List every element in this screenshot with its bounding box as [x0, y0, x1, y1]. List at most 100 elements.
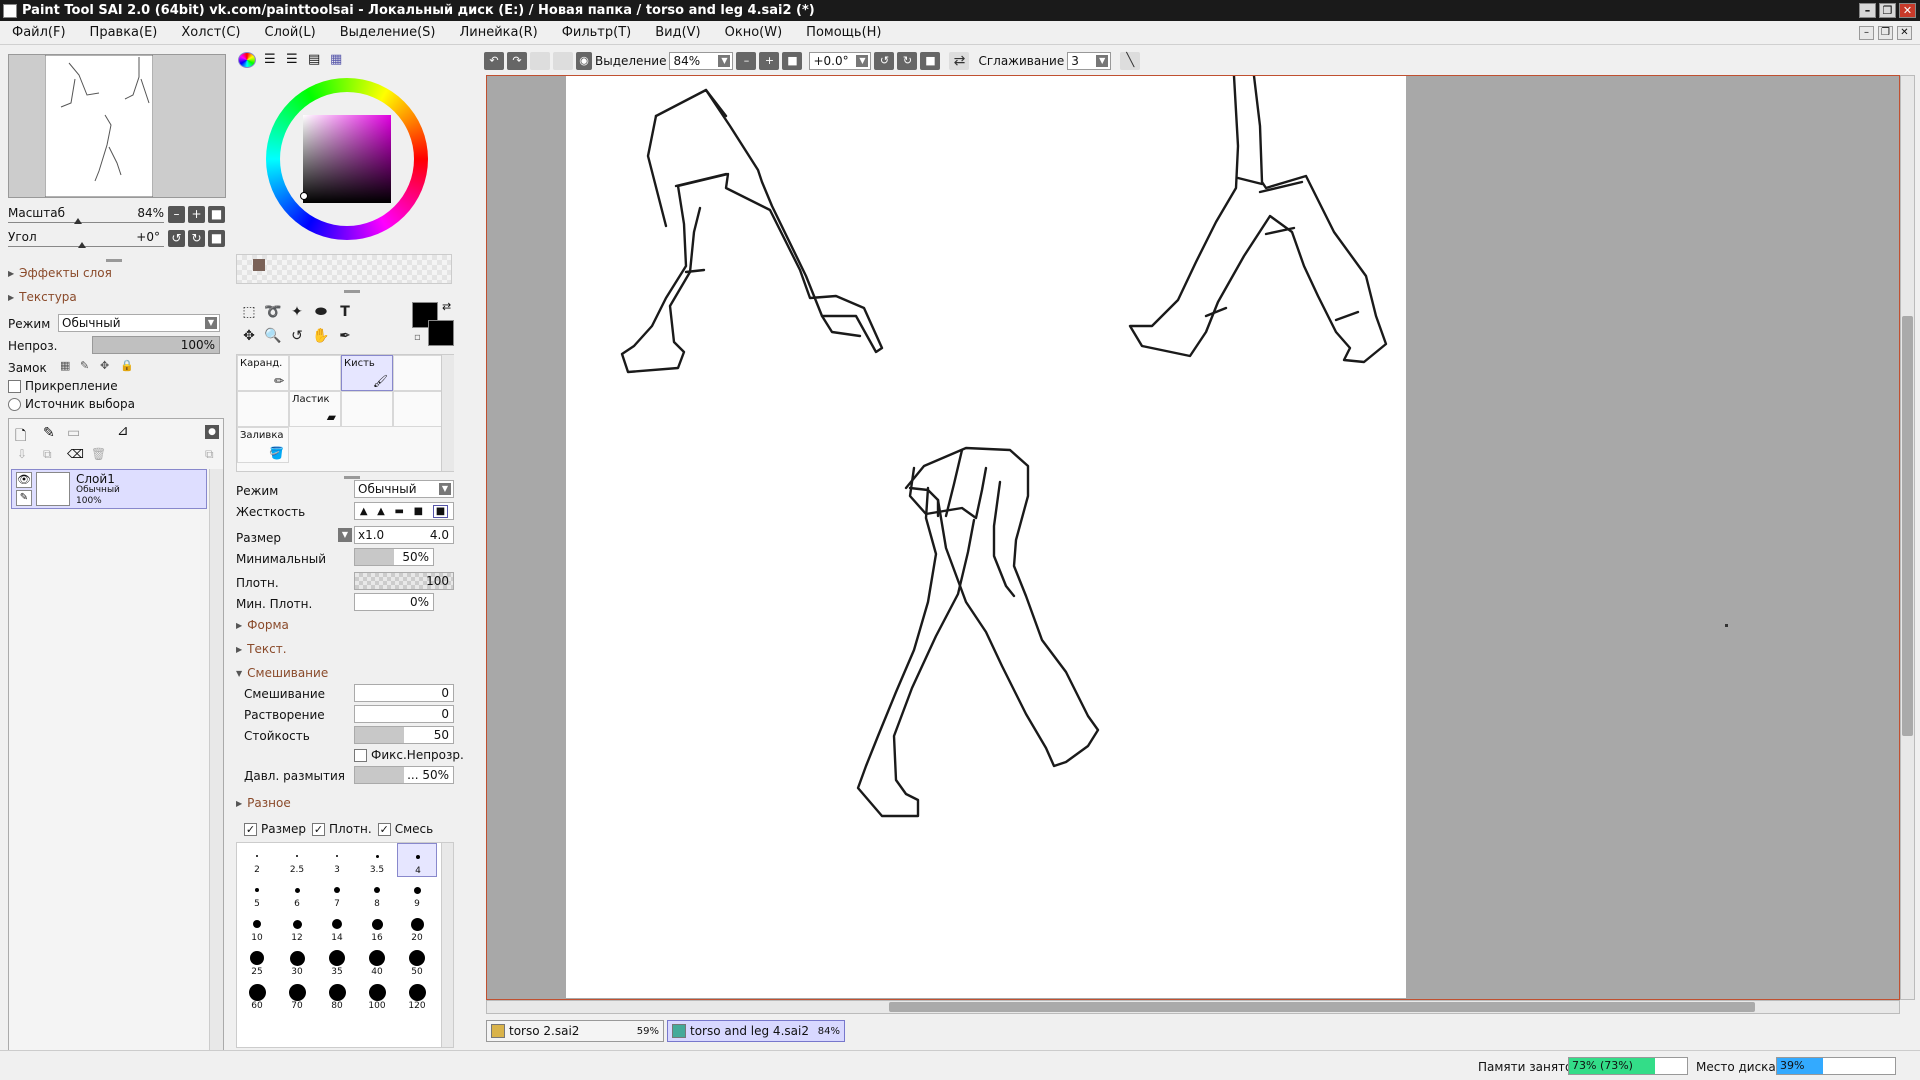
- menu-selection[interactable]: Выделение(S): [328, 25, 448, 40]
- lock-paint-icon[interactable]: ✎: [80, 359, 89, 372]
- check-icon[interactable]: ✓: [312, 823, 326, 836]
- move-icon[interactable]: ✥: [238, 326, 260, 346]
- menu-window[interactable]: Окно(W): [713, 25, 795, 40]
- layer-opacity-bar[interactable]: 100%: [92, 336, 220, 354]
- menu-file[interactable]: Файл(F): [0, 25, 78, 40]
- transform-icon[interactable]: ⊿: [117, 423, 129, 439]
- brush-size-cell[interactable]: 2: [237, 843, 277, 877]
- rgb-sliders-tab-icon[interactable]: ☰: [264, 52, 276, 67]
- lock-transparency-icon[interactable]: ▦: [60, 359, 70, 372]
- selection-source-radio[interactable]: Источник выбора: [8, 397, 135, 411]
- zoom-in-button[interactable]: +: [188, 206, 205, 223]
- text-tool-icon[interactable]: T: [334, 302, 356, 322]
- secondary-color[interactable]: [428, 320, 454, 346]
- lasso-icon[interactable]: ➰: [262, 302, 284, 322]
- layer-mask-icon[interactable]: ●: [205, 425, 219, 439]
- min-size-bar[interactable]: 50%: [354, 548, 434, 566]
- layer-effects-section[interactable]: Эффекты слоя: [8, 266, 112, 280]
- menu-filter[interactable]: Фильтр(T): [550, 25, 644, 40]
- brush-size-cell[interactable]: 7: [317, 877, 357, 911]
- new-folder-icon[interactable]: ▭: [67, 425, 80, 441]
- layer-mode-select[interactable]: Обычный ▼: [58, 314, 220, 332]
- zoom-slider-handle[interactable]: [74, 218, 82, 224]
- scratchpad[interactable]: [236, 254, 452, 284]
- fix-opacity-check-box[interactable]: [354, 749, 367, 762]
- lock-all-icon[interactable]: 🔒: [120, 359, 134, 372]
- rotate-right-button[interactable]: ↻: [188, 230, 205, 247]
- panel-splitter[interactable]: [344, 476, 360, 479]
- menu-help[interactable]: Помощь(H): [794, 25, 893, 40]
- brush-size-cell[interactable]: 40: [357, 945, 397, 979]
- menu-view[interactable]: Вид(V): [643, 25, 712, 40]
- panel-splitter[interactable]: [106, 259, 122, 262]
- brush-size-cell[interactable]: 5: [237, 877, 277, 911]
- new-vector-layer-icon[interactable]: ✎: [43, 425, 55, 441]
- swap-colors-icon[interactable]: ⇄: [442, 300, 451, 313]
- pressure-density-checkbox[interactable]: ✓ Плотн.: [312, 822, 372, 836]
- color-picker-handle[interactable]: [300, 192, 308, 200]
- zoom-reset-button[interactable]: ■: [782, 52, 803, 70]
- brush-size-cell[interactable]: 8: [357, 877, 397, 911]
- pressure-size-checkbox[interactable]: ✓ Размер: [244, 822, 306, 836]
- eye-icon[interactable]: ◉: [576, 52, 592, 70]
- canvas-viewport[interactable]: [486, 74, 1900, 1000]
- fix-opacity-checkbox[interactable]: Фикс.Непрозр.: [354, 748, 464, 762]
- empty-tool-slot[interactable]: [341, 391, 393, 427]
- canvas-paper[interactable]: [566, 74, 1406, 998]
- invert-selection-icon[interactable]: [553, 52, 573, 70]
- brush-size-cell[interactable]: 20: [397, 911, 437, 945]
- clip-checkbox[interactable]: Прикрепление: [8, 379, 118, 393]
- size-dropdown-icon[interactable]: ▼: [338, 528, 352, 542]
- clip-check-box[interactable]: [8, 380, 21, 393]
- rotate-reset-button[interactable]: ■: [920, 52, 941, 70]
- menu-canvas[interactable]: Холст(C): [169, 25, 252, 40]
- brush-size-cell[interactable]: 14: [317, 911, 357, 945]
- brush-size-cell[interactable]: 25: [237, 945, 277, 979]
- menu-edit[interactable]: Правка(E): [78, 25, 170, 40]
- copy-layer-icon[interactable]: ⧉: [43, 447, 52, 462]
- empty-tool-slot[interactable]: [393, 355, 445, 391]
- doc-close-button[interactable]: ✕: [1897, 25, 1912, 40]
- brush-size-cell[interactable]: 16: [357, 911, 397, 945]
- undo-icon[interactable]: ↶: [484, 52, 504, 70]
- rotate-left-button[interactable]: ↺: [168, 230, 185, 247]
- magic-wand-icon[interactable]: ✦: [286, 302, 308, 322]
- pencil-icon[interactable]: ✎: [16, 490, 32, 506]
- zoom-slider[interactable]: [8, 222, 164, 223]
- restore-button[interactable]: ❐: [1879, 3, 1896, 18]
- pencil-tool[interactable]: Каранд. ✏: [237, 355, 289, 391]
- pressure-blend-checkbox[interactable]: ✓ Смесь: [377, 822, 433, 836]
- hardness-firm-icon[interactable]: ▬: [395, 506, 404, 517]
- canvas-vertical-scrollbar[interactable]: [1900, 75, 1915, 1000]
- selection-source-radio-button[interactable]: [8, 398, 21, 411]
- layer-row[interactable]: 👁 ✎ Слой1 Обычный 100%: [11, 469, 207, 509]
- rotate-left-button[interactable]: ↺: [874, 52, 895, 70]
- doc-restore-button[interactable]: ❐: [1878, 25, 1893, 40]
- brush-size-cell[interactable]: 120: [397, 979, 437, 1013]
- zoom-in-button[interactable]: +: [759, 52, 780, 70]
- blend-bar[interactable]: 0: [354, 684, 454, 702]
- doc-tab-active[interactable]: torso and leg 4.sai2 84%: [667, 1020, 845, 1042]
- color-wheel[interactable]: [266, 78, 428, 240]
- vertical-scroll-thumb[interactable]: [1902, 316, 1913, 736]
- line-tool-icon[interactable]: ╲: [1120, 52, 1141, 70]
- texture-section[interactable]: Текстура: [8, 290, 77, 304]
- navigator-preview[interactable]: [8, 54, 226, 198]
- color-wheel-tab-icon[interactable]: [238, 52, 256, 68]
- hardness-hard-icon[interactable]: ■: [414, 506, 423, 517]
- brush-size-cell[interactable]: 6: [277, 877, 317, 911]
- rotate-right-button[interactable]: ↻: [897, 52, 918, 70]
- persistence-bar[interactable]: 50: [354, 726, 454, 744]
- merge-down-icon[interactable]: ⇩: [17, 447, 27, 461]
- brush-size-cell[interactable]: 80: [317, 979, 357, 1013]
- angle-slider-handle[interactable]: [78, 242, 86, 248]
- doc-minimize-button[interactable]: –: [1859, 25, 1874, 40]
- redo-icon[interactable]: ↷: [507, 52, 527, 70]
- menu-ruler[interactable]: Линейка(R): [448, 25, 550, 40]
- brush-size-cell[interactable]: 9: [397, 877, 437, 911]
- density-bar[interactable]: 100: [354, 572, 454, 590]
- horizontal-scroll-thumb[interactable]: [889, 1002, 1755, 1012]
- brush-size-cell[interactable]: 12: [277, 911, 317, 945]
- fill-tool[interactable]: Заливка 🪣: [237, 427, 289, 463]
- brush-grid-scrollbar[interactable]: [441, 355, 454, 471]
